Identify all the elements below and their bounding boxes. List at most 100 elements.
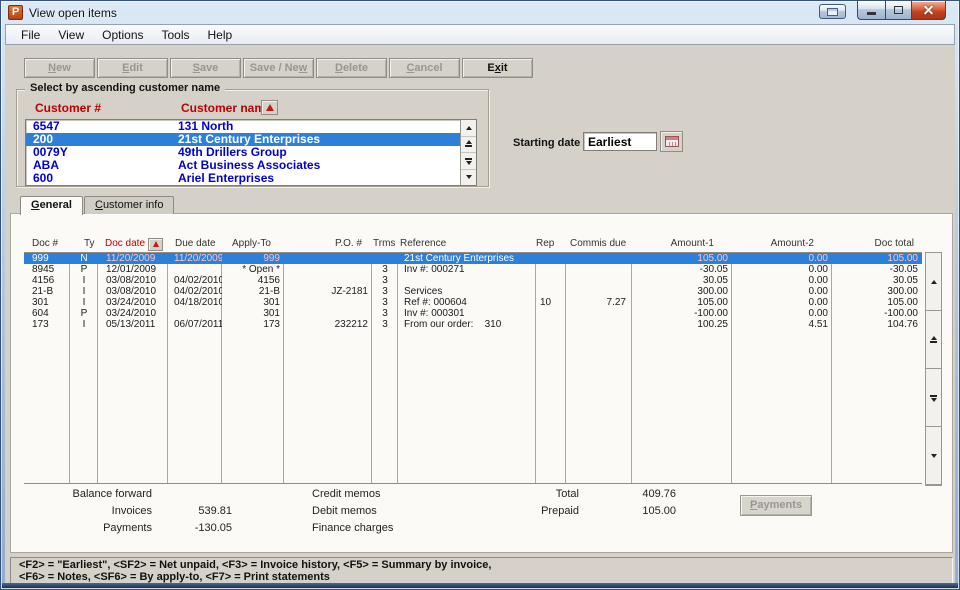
customer-row[interactable]: 20021st Century Enterprises bbox=[26, 133, 476, 146]
doc-row[interactable]: 301I03/24/201004/18/20103013Ref #: 00060… bbox=[24, 297, 922, 308]
scroll-up-button[interactable] bbox=[926, 253, 941, 311]
summary-value-payments: -130.05 bbox=[152, 522, 232, 534]
cell-apply-to: 999 bbox=[222, 253, 284, 264]
toolbar-exit-button[interactable]: Exit bbox=[462, 58, 533, 78]
cell-apply-to: 4156 bbox=[222, 275, 284, 286]
column-header-apply-to[interactable]: Apply-To bbox=[222, 237, 284, 251]
cell-doc: 604 bbox=[24, 308, 70, 319]
cell-doc-total: 105.00 bbox=[832, 297, 922, 308]
scroll-down-button[interactable] bbox=[461, 170, 476, 186]
column-header-rep[interactable]: Rep bbox=[536, 237, 566, 251]
menu-item-help[interactable]: Help bbox=[199, 26, 242, 44]
column-header-doc[interactable]: Doc # bbox=[24, 237, 70, 251]
scroll-top-button[interactable] bbox=[461, 137, 476, 154]
summary-label-credit-memos: Credit memos bbox=[312, 488, 380, 500]
tab-strip: GeneralCustomer info bbox=[20, 196, 175, 214]
column-header-trms[interactable]: Trms bbox=[372, 237, 398, 251]
summary-value-invoices: 539.81 bbox=[152, 505, 232, 517]
customer-row[interactable]: 600Ariel Enterprises bbox=[26, 172, 476, 185]
cell-po bbox=[284, 308, 372, 319]
customer-list-scrollbar bbox=[460, 120, 476, 185]
customer-sort-button[interactable] bbox=[261, 100, 278, 115]
cell-po bbox=[284, 297, 372, 308]
column-header-ty[interactable]: Ty bbox=[70, 237, 98, 251]
doc-row[interactable]: 21-BI03/08/201004/02/201021-BJZ-21813Ser… bbox=[24, 286, 922, 297]
scroll-bottom-button[interactable] bbox=[926, 369, 941, 427]
close-button[interactable] bbox=[912, 1, 946, 20]
toolbar-save-button[interactable]: Save bbox=[170, 58, 241, 78]
toolbar-delete-button[interactable]: Delete bbox=[316, 58, 387, 78]
toolbar-edit-button[interactable]: Edit bbox=[97, 58, 168, 78]
cell-ty: I bbox=[70, 286, 98, 297]
column-header-doc-date[interactable]: Doc date bbox=[98, 237, 168, 251]
column-header-commis-due[interactable]: Commis due bbox=[566, 237, 632, 251]
customer-name-header[interactable]: Customer name bbox=[181, 101, 272, 115]
cell-reference: Inv #: 000271 bbox=[398, 264, 536, 275]
doc-row[interactable]: 173I05/13/201106/07/20111732322123From o… bbox=[24, 319, 922, 330]
doc-row[interactable]: 604P03/24/20103013Inv #: 000301-100.000.… bbox=[24, 308, 922, 319]
column-header-amount-2[interactable]: Amount-2 bbox=[732, 237, 832, 251]
minimize-button[interactable] bbox=[857, 1, 885, 20]
cell-due-date bbox=[168, 264, 222, 275]
cell-doc-total: 105.00 bbox=[832, 253, 922, 264]
menu-item-tools[interactable]: Tools bbox=[153, 26, 199, 44]
customer-row[interactable]: 0079Y49th Drillers Group bbox=[26, 146, 476, 159]
tab-customer-info[interactable]: Customer info bbox=[84, 196, 174, 214]
starting-date-label: Starting date bbox=[513, 137, 580, 149]
scroll-bottom-button[interactable] bbox=[461, 153, 476, 170]
menu-bar: FileViewOptionsToolsHelp bbox=[5, 24, 955, 45]
customer-name: Act Business Associates bbox=[178, 159, 460, 172]
cell-doc-total: -100.00 bbox=[832, 308, 922, 319]
up-arrow-icon bbox=[466, 126, 472, 130]
column-header-doc-total[interactable]: Doc total bbox=[832, 237, 922, 251]
window-bottom-border bbox=[2, 583, 958, 588]
calendar-button[interactable] bbox=[660, 131, 683, 152]
doc-row[interactable]: 999N11/20/200911/20/200999921st Century … bbox=[24, 253, 922, 264]
tab-general[interactable]: General bbox=[20, 196, 83, 215]
toolbar-save-new-button[interactable]: Save / New bbox=[243, 58, 314, 78]
cell-doc-total: 104.76 bbox=[832, 319, 922, 330]
menu-item-file[interactable]: File bbox=[12, 26, 49, 44]
cell-ty: N bbox=[70, 253, 98, 264]
cell-reference: Services bbox=[398, 286, 536, 297]
toolbar-cancel-button[interactable]: Cancel bbox=[389, 58, 460, 78]
cell-trms: 3 bbox=[372, 319, 398, 330]
maximize-button[interactable] bbox=[885, 1, 912, 20]
scroll-top-button[interactable] bbox=[926, 311, 941, 369]
scroll-down-button[interactable] bbox=[926, 427, 941, 485]
toolbar-new-button[interactable]: New bbox=[24, 58, 95, 78]
utility-window-button[interactable] bbox=[819, 4, 846, 19]
doc-date-sort-button[interactable] bbox=[148, 238, 163, 251]
cell-apply-to: 301 bbox=[222, 297, 284, 308]
column-header-p-o[interactable]: P.O. # bbox=[284, 237, 372, 251]
menu-item-options[interactable]: Options bbox=[93, 26, 152, 44]
calendar-icon bbox=[665, 136, 679, 147]
cell-commis-due bbox=[566, 275, 632, 286]
status-line-2: <F6> = Notes, <SF6> = By apply-to, <F7> … bbox=[19, 571, 944, 583]
customer-number-header[interactable]: Customer # bbox=[35, 101, 101, 115]
up-arrow-icon bbox=[931, 280, 937, 284]
scroll-up-button[interactable] bbox=[461, 120, 476, 137]
column-header-reference[interactable]: Reference bbox=[398, 237, 536, 251]
starting-date-input[interactable] bbox=[583, 132, 657, 151]
summary-label-invoices: Invoices bbox=[15, 505, 152, 517]
summary-row: Balance forward bbox=[15, 488, 232, 505]
cell-doc-total: 300.00 bbox=[832, 286, 922, 297]
titlebar[interactable]: P View open items bbox=[1, 1, 959, 24]
menu-item-view[interactable]: View bbox=[49, 26, 93, 44]
cell-commis-due bbox=[566, 286, 632, 297]
customer-row[interactable]: ABAAct Business Associates bbox=[26, 159, 476, 172]
doc-row[interactable]: 4156I03/08/201004/02/20104156330.050.003… bbox=[24, 275, 922, 286]
column-header-amount-1[interactable]: Amount-1 bbox=[632, 237, 732, 251]
window-controls bbox=[857, 1, 946, 20]
customer-row[interactable]: 6547131 North bbox=[26, 120, 476, 133]
column-header-due-date[interactable]: Due date bbox=[168, 237, 222, 251]
doc-row[interactable]: 8945P12/01/2009* Open *3Inv #: 000271-30… bbox=[24, 264, 922, 275]
summary-row: Credit memos bbox=[312, 488, 393, 505]
customer-name: 131 North bbox=[178, 120, 460, 133]
cell-po: 232212 bbox=[284, 319, 372, 330]
cell-apply-to: * Open * bbox=[222, 264, 284, 275]
cell-reference: Ref #: 000604 bbox=[398, 297, 536, 308]
cell-doc: 8945 bbox=[24, 264, 70, 275]
payments-button[interactable]: Payments bbox=[740, 495, 812, 516]
